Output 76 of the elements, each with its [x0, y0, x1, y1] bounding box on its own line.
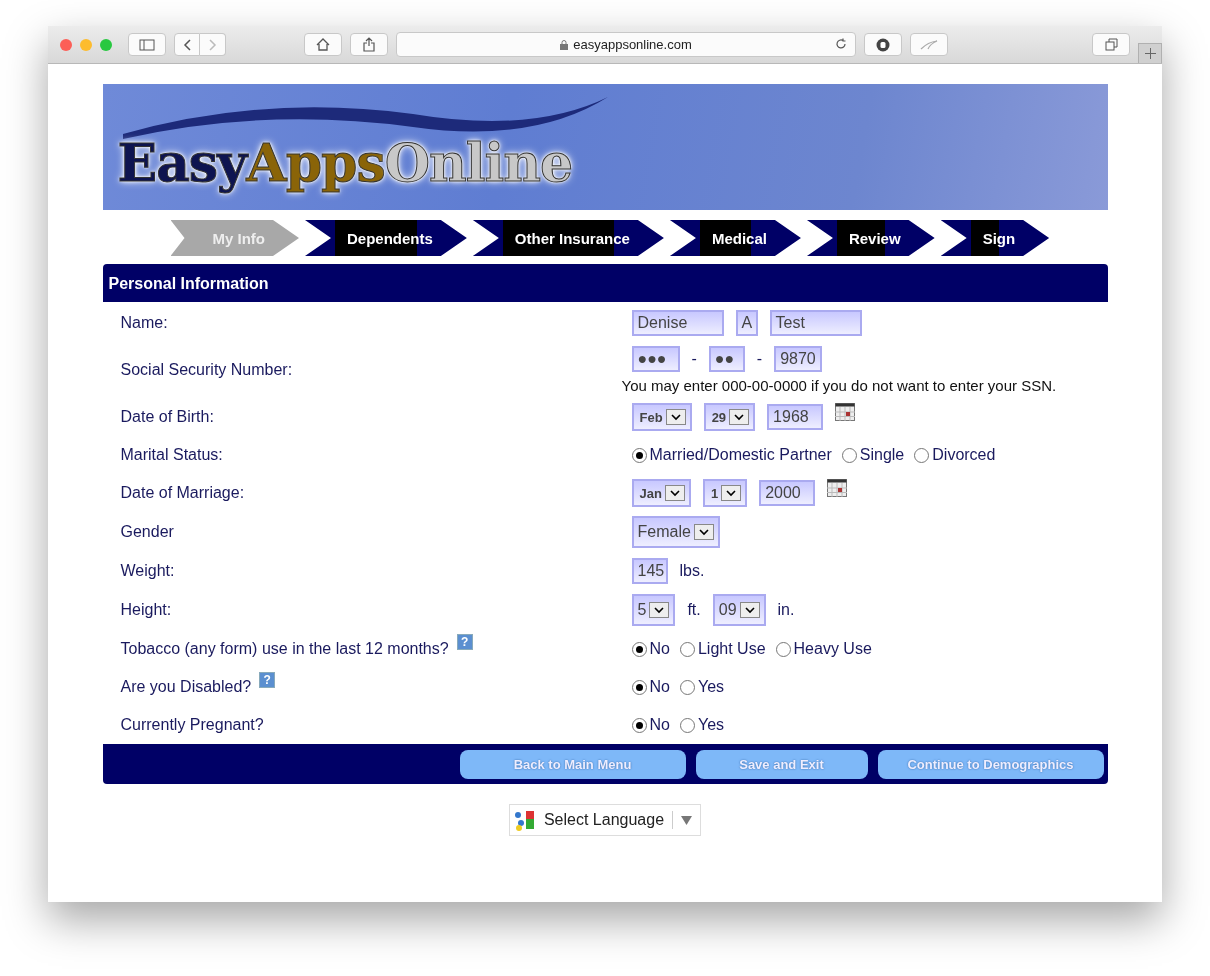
radio-option[interactable]: Divorced — [914, 446, 996, 464]
google-icon — [513, 809, 536, 831]
back-button[interactable] — [174, 33, 200, 56]
share-button[interactable] — [350, 33, 388, 56]
lock-icon — [560, 39, 569, 50]
field-label: Tobacco (any form) use in the last 12 months? — [120, 640, 449, 658]
language-dropdown[interactable]: Select Language — [508, 804, 702, 836]
unit-text: - — [691, 350, 697, 368]
close-dot[interactable] — [60, 38, 72, 51]
radio-option[interactable]: No — [631, 678, 670, 696]
radio-option[interactable]: Heavy Use — [775, 640, 872, 658]
field-label: Social Security Number: — [120, 361, 293, 379]
caret-icon — [681, 815, 693, 825]
input-field[interactable]: 145 — [631, 558, 668, 584]
dropdown[interactable]: 09 — [712, 594, 766, 626]
field-label: Name: — [120, 314, 168, 332]
forward-icon — [208, 38, 217, 51]
dropdown[interactable]: 5 — [631, 594, 676, 626]
back-icon — [183, 38, 191, 51]
radio-option[interactable]: Yes — [679, 716, 725, 734]
input-field[interactable]: ●● — [708, 346, 745, 372]
field-label: Are you Disabled? — [120, 678, 252, 696]
share-icon — [363, 37, 375, 52]
radio-option[interactable]: Light Use — [679, 640, 766, 658]
minimize-dot[interactable] — [80, 38, 92, 51]
address-bar[interactable]: easyappsonline.com — [396, 32, 856, 57]
field-label: Date of Birth: — [120, 408, 214, 426]
field-label: Currently Pregnant? — [120, 716, 264, 734]
dropdown[interactable]: 29 — [703, 403, 756, 431]
input-field[interactable]: 2000 — [759, 480, 816, 506]
dropdown[interactable]: Feb — [631, 403, 692, 431]
unit-text: in. — [777, 601, 795, 619]
input-field[interactable]: Denise — [631, 310, 724, 336]
new-tab-button[interactable] — [1138, 43, 1162, 63]
radio-option[interactable]: Married/Domestic Partner — [631, 446, 832, 464]
tabs-button[interactable] — [1092, 33, 1130, 56]
step-tab[interactable]: Other Insurance — [472, 220, 664, 256]
section-header: Personal Information — [102, 264, 1108, 302]
dropdown[interactable]: Female — [631, 516, 720, 548]
field-label: Height: — [120, 601, 172, 619]
field-label: Marital Status: — [120, 446, 223, 464]
sidebar-icon — [139, 38, 155, 51]
unit-text: lbs. — [679, 562, 705, 580]
step-tab[interactable]: Review — [806, 220, 935, 256]
unit-text: - — [756, 350, 763, 368]
input-field[interactable]: 9870 — [774, 346, 823, 372]
sidebar-button[interactable] — [128, 33, 166, 56]
radio-option[interactable]: Single — [841, 446, 905, 464]
calendar-icon[interactable] — [835, 403, 856, 421]
field-label: Gender — [120, 523, 174, 541]
home-button[interactable] — [304, 33, 342, 56]
radio-option[interactable]: No — [631, 640, 670, 658]
logo: EasyAppsOnline — [117, 134, 573, 192]
calendar-icon[interactable] — [827, 479, 848, 497]
step-tab[interactable]: Sign — [940, 220, 1050, 256]
step-tab[interactable]: Dependents — [305, 220, 467, 256]
unit-text: ft. — [687, 601, 701, 619]
input-field[interactable]: ●●● — [631, 346, 680, 372]
input-field[interactable]: Test — [769, 310, 862, 336]
reload-icon — [835, 38, 847, 50]
input-field[interactable]: A — [735, 310, 758, 336]
field-label: Date of Marriage: — [120, 484, 245, 502]
extension-button[interactable] — [864, 33, 902, 56]
home-icon — [316, 38, 330, 51]
dropdown[interactable]: Jan — [631, 479, 691, 507]
radio-option[interactable]: No — [631, 716, 670, 734]
step-tab[interactable]: Medical — [669, 220, 801, 256]
field-label: Weight: — [120, 562, 175, 580]
bird-icon — [920, 39, 938, 50]
plus-icon — [1144, 48, 1156, 59]
ssn-note: You may enter 000-00-0000 if you do not want to enter your SSN. — [621, 377, 1058, 394]
tabs-icon — [1104, 38, 1118, 51]
input-field[interactable]: 1968 — [767, 404, 824, 430]
zoom-dot[interactable] — [100, 38, 112, 51]
radio-option[interactable]: Yes — [679, 678, 725, 696]
dropdown[interactable]: 1 — [702, 479, 748, 507]
